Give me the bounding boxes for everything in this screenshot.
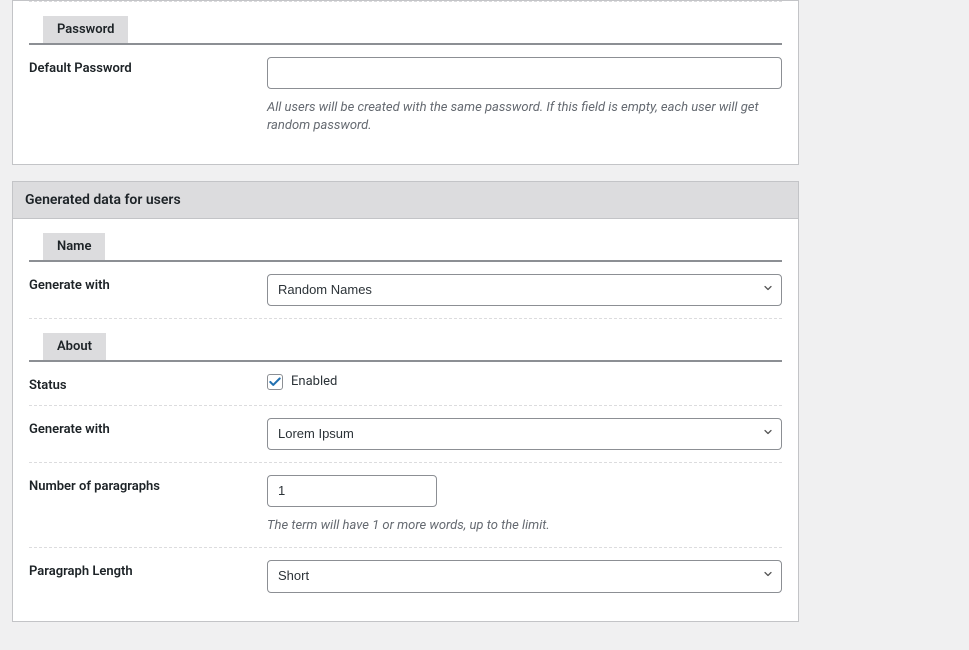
tab-about[interactable]: About bbox=[43, 333, 106, 360]
paragraph-length-label: Paragraph Length bbox=[29, 560, 267, 592]
paragraphs-help: The term will have 1 or more words, up t… bbox=[267, 517, 782, 535]
paragraph-length-select[interactable]: Short bbox=[267, 560, 782, 592]
status-checkbox-label: Enabled bbox=[291, 374, 337, 389]
paragraphs-label: Number of paragraphs bbox=[29, 475, 267, 535]
about-generate-with-label: Generate with bbox=[29, 418, 267, 450]
generated-data-panel: Generated data for users Name Generate w… bbox=[12, 181, 799, 622]
name-generate-with-select[interactable]: Random Names bbox=[267, 274, 782, 306]
paragraphs-row: Number of paragraphs The term will have … bbox=[29, 463, 782, 548]
password-tab-row: Password bbox=[29, 16, 782, 45]
status-label: Status bbox=[29, 374, 267, 393]
about-generate-with-select[interactable]: Lorem Ipsum bbox=[267, 418, 782, 450]
tab-name[interactable]: Name bbox=[43, 233, 105, 260]
name-generate-with-row: Generate with Random Names bbox=[29, 262, 782, 319]
default-password-label: Default Password bbox=[29, 57, 267, 136]
about-generate-with-row: Generate with Lorem Ipsum bbox=[29, 406, 782, 463]
default-password-input[interactable] bbox=[267, 57, 782, 89]
paragraphs-input[interactable] bbox=[267, 475, 437, 507]
status-row: Status Enabled bbox=[29, 362, 782, 406]
password-settings-panel: Password Default Password All users will… bbox=[12, 0, 799, 165]
name-tab-row: Name bbox=[29, 233, 782, 262]
name-generate-with-label: Generate with bbox=[29, 274, 267, 306]
check-icon bbox=[268, 375, 282, 389]
about-tab-row: About bbox=[29, 333, 782, 362]
default-password-row: Default Password All users will be creat… bbox=[29, 45, 782, 148]
default-password-help: All users will be created with the same … bbox=[267, 99, 782, 135]
status-checkbox[interactable] bbox=[267, 374, 283, 390]
generated-data-header: Generated data for users bbox=[13, 182, 798, 219]
tab-password[interactable]: Password bbox=[43, 16, 128, 43]
paragraph-length-row: Paragraph Length Short bbox=[29, 548, 782, 604]
